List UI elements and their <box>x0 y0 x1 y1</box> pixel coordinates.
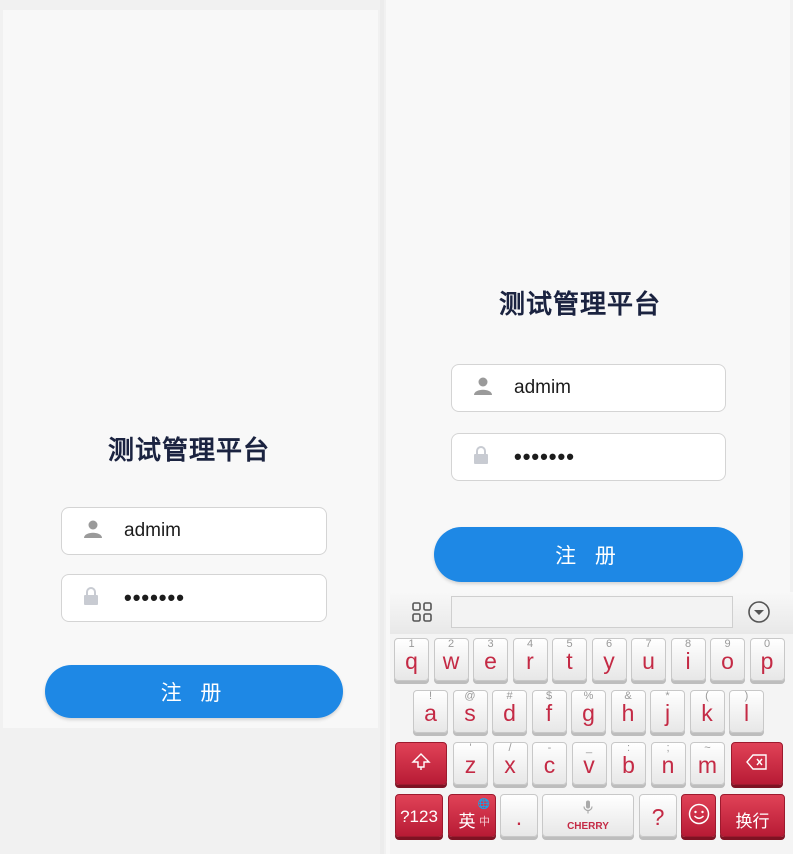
key-s[interactable]: @ s <box>452 690 488 733</box>
key-x[interactable]: / x <box>492 742 528 785</box>
key-label: b <box>622 752 635 778</box>
shift-key[interactable] <box>395 742 447 785</box>
register-button[interactable]: 注 册 <box>434 527 743 582</box>
key-label: j <box>664 700 671 726</box>
key-label: c <box>543 752 556 778</box>
username-value: admim <box>514 377 572 398</box>
key-e[interactable]: 3e <box>473 638 508 681</box>
key-label: t <box>566 648 573 674</box>
key-b[interactable]: :b <box>611 742 646 785</box>
key-label: q <box>405 648 418 674</box>
user-icon <box>474 377 492 399</box>
user-icon <box>84 520 102 542</box>
key-label: l <box>743 700 750 726</box>
password-field[interactable]: ••••••• <box>451 433 726 481</box>
key-label: o <box>721 648 734 674</box>
username-value: admim <box>124 520 182 541</box>
keyboard-toolbar <box>390 592 793 634</box>
key-h[interactable]: & h <box>610 690 646 733</box>
key-z[interactable]: ' z <box>453 742 488 785</box>
key-label: i <box>685 648 691 674</box>
lock-icon <box>84 587 98 609</box>
symbols-key[interactable]: ?123 <box>395 794 443 837</box>
candidate-bar <box>451 596 733 628</box>
soft-keyboard: ?123 英 🌐 中 . CHERRY ? 换行 1q2w3e4r5t6y7u8… <box>390 592 793 854</box>
collapse-keyboard-icon[interactable] <box>747 600 771 628</box>
space-key[interactable]: CHERRY <box>542 794 634 837</box>
question-key[interactable]: ? <box>639 794 677 837</box>
key-r[interactable]: 4r <box>512 638 548 681</box>
key-m[interactable]: ~ m <box>690 742 725 785</box>
key-label: x <box>504 752 516 778</box>
key-i[interactable]: 8i <box>670 638 706 681</box>
globe-icon: 🌐 <box>477 799 490 810</box>
username-field[interactable]: admim <box>61 507 327 555</box>
backspace-icon <box>746 753 768 774</box>
key-label: k <box>701 700 713 726</box>
language-switch-key[interactable]: 英 🌐 中 <box>448 794 496 837</box>
key-t[interactable]: 5t <box>552 638 587 681</box>
key-label: a <box>424 700 437 726</box>
language-key-sub: 中 <box>479 815 490 828</box>
question-key-label: ? <box>651 804 665 830</box>
key-y[interactable]: 6y <box>591 638 627 681</box>
key-d[interactable]: # d <box>492 690 527 733</box>
username-field[interactable]: admim <box>451 364 726 412</box>
emoji-icon <box>688 803 710 829</box>
key-j[interactable]: * j <box>650 690 685 733</box>
enter-key[interactable]: 换行 <box>720 794 785 837</box>
key-label: y <box>603 648 615 674</box>
password-value: ••••••• <box>124 585 185 610</box>
key-v[interactable]: _ v <box>571 742 607 785</box>
key-label: z <box>464 752 477 778</box>
login-screen-left: 测试管理平台 admim ••••••• 注 册 <box>3 10 378 854</box>
key-n[interactable]: ; n <box>650 742 686 785</box>
key-l[interactable]: ) l <box>729 690 764 733</box>
shift-icon <box>411 752 431 775</box>
key-label: d <box>503 700 516 726</box>
key-c[interactable]: -c <box>532 742 567 785</box>
backspace-key[interactable] <box>731 742 783 785</box>
page-title: 测试管理平台 <box>499 290 662 320</box>
register-button[interactable]: 注 册 <box>45 665 343 718</box>
key-w[interactable]: 2w <box>433 638 469 681</box>
enter-key-label: 换行 <box>735 812 770 831</box>
key-label: p <box>760 648 774 674</box>
password-value: ••••••• <box>514 444 575 469</box>
grid-menu-icon[interactable] <box>412 602 432 626</box>
key-label: e <box>484 648 497 674</box>
symbols-key-label: ?123 <box>400 807 438 826</box>
period-key[interactable]: . <box>500 794 538 837</box>
key-o[interactable]: 9o <box>710 638 745 681</box>
key-label: g <box>582 700 595 726</box>
key-label: r <box>526 648 534 674</box>
password-field[interactable]: ••••••• <box>61 574 327 622</box>
key-label: f <box>545 700 553 726</box>
key-g[interactable]: % g <box>571 690 606 733</box>
key-label: v <box>583 752 595 778</box>
page-title: 测试管理平台 <box>108 436 271 466</box>
key-label: m <box>697 752 718 778</box>
bottom-area <box>3 728 378 854</box>
period-key-label: . <box>515 804 523 830</box>
key-label: s <box>464 700 476 726</box>
key-f[interactable]: $ f <box>531 690 567 733</box>
key-label: n <box>661 752 675 778</box>
key-label: w <box>442 648 460 674</box>
emoji-key[interactable] <box>681 794 716 837</box>
key-label: h <box>621 700 635 726</box>
key-label: u <box>642 648 655 674</box>
key-k[interactable]: (k <box>689 690 725 733</box>
key-p[interactable]: 0p <box>749 638 785 681</box>
key-q[interactable]: 1q <box>394 638 429 681</box>
lock-icon <box>474 446 488 468</box>
key-a[interactable]: ! a <box>413 690 448 733</box>
keyboard-brand-logo: CHERRY <box>567 821 609 832</box>
divider <box>380 0 384 854</box>
screen: 测试管理平台 admim ••••••• 注 册 测试管理平台 admim ••… <box>0 0 793 854</box>
key-u[interactable]: 7u <box>631 638 666 681</box>
microphone-icon <box>583 800 593 819</box>
